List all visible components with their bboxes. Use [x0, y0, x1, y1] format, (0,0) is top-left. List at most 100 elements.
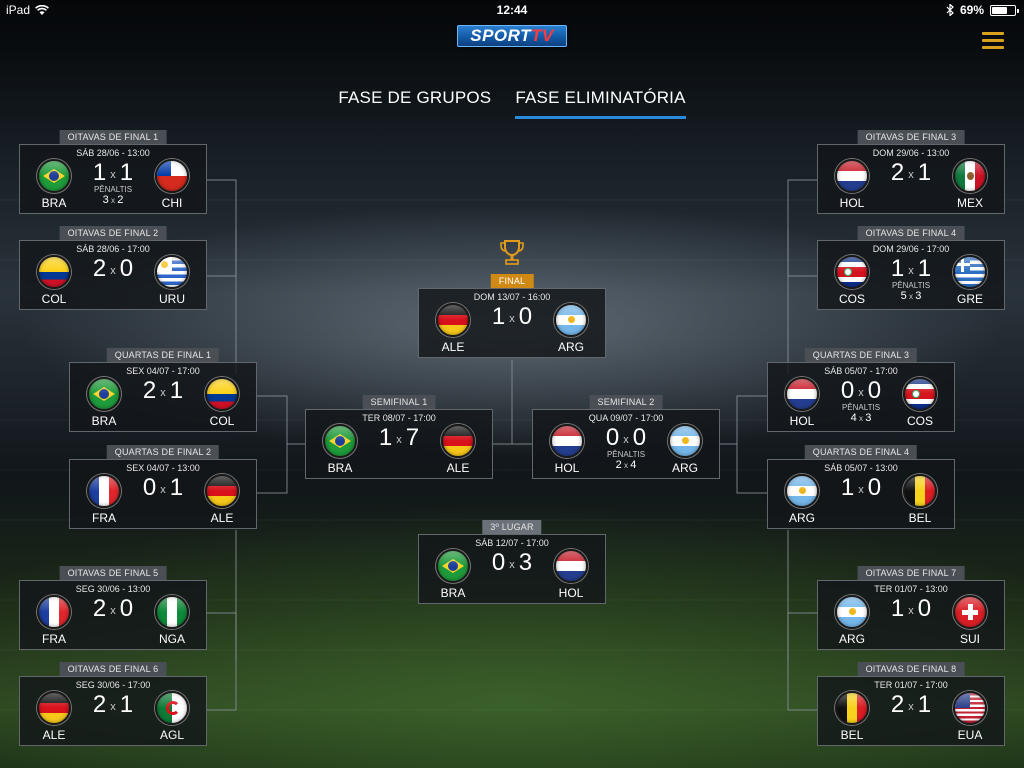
- away-team: SUI: [948, 595, 992, 646]
- match-box: SÁB 12/07 - 17:00 BRA 0x3 HOL: [418, 534, 606, 604]
- match-card-sf-1[interactable]: SEMIFINAL 1 TER 08/07 - 17:00 BRA 1x7 AL…: [305, 395, 493, 483]
- score-separator: x: [509, 559, 515, 571]
- match-card-third[interactable]: 3º LUGAR SÁB 12/07 - 17:00 BRA 0x3 HOL: [418, 520, 606, 608]
- away-team: ALE: [200, 474, 244, 525]
- match-score: 2x1: [874, 691, 948, 723]
- match-card-qf-3[interactable]: QUARTAS DE FINAL 3 SÁB 05/07 - 17:00 HOL…: [767, 348, 955, 436]
- match-card-r16-6[interactable]: OITAVAS DE FINAL 6 SEG 30/06 - 17:00 ALE…: [19, 662, 207, 750]
- hol-flag-icon: [785, 377, 819, 411]
- match-card-r16-7[interactable]: OITAVAS DE FINAL 7 TER 01/07 - 13:00 ARG…: [817, 566, 1005, 654]
- home-team: COS: [830, 255, 874, 306]
- away-team-code: BEL: [908, 511, 932, 525]
- away-score: 0: [917, 595, 932, 622]
- home-score: 0: [142, 474, 157, 501]
- match-card-sf-2[interactable]: SEMIFINAL 2 QUA 09/07 - 17:00 HOL 0x0 PÊ…: [532, 395, 720, 483]
- home-team-code: HOL: [789, 414, 815, 428]
- match-card-r16-4[interactable]: OITAVAS DE FINAL 4 DOM 29/06 - 17:00 COS…: [817, 226, 1005, 314]
- match-date: DOM 13/07 - 16:00: [473, 292, 551, 302]
- away-score: 0: [867, 377, 882, 404]
- match-round-label: SEMIFINAL 1: [362, 395, 436, 409]
- home-team-code: BEL: [840, 728, 864, 742]
- match-box: TER 01/07 - 17:00 BEL 2x1 EUA: [817, 676, 1005, 746]
- match-card-r16-8[interactable]: OITAVAS DE FINAL 8 TER 01/07 - 17:00 BEL…: [817, 662, 1005, 750]
- match-card-r16-3[interactable]: OITAVAS DE FINAL 3 DOM 29/06 - 13:00 HOL…: [817, 130, 1005, 218]
- score-separator: x: [396, 434, 402, 446]
- home-team: BRA: [32, 159, 76, 210]
- away-team: HOL: [549, 549, 593, 600]
- match-card-qf-2[interactable]: QUARTAS DE FINAL 2 SEX 04/07 - 13:00 FRA…: [69, 445, 257, 533]
- tab-knockout-stage[interactable]: FASE ELIMINATÓRIA: [515, 88, 686, 119]
- away-score: 1: [119, 159, 134, 186]
- hamburger-menu-icon[interactable]: [982, 32, 1004, 50]
- home-score: 1: [890, 255, 905, 282]
- away-score: 0: [119, 255, 134, 282]
- col-flag-icon: [37, 255, 71, 289]
- match-card-r16-2[interactable]: OITAVAS DE FINAL 2 SÁB 28/06 - 17:00 COL…: [19, 226, 207, 314]
- clock: 12:44: [496, 3, 528, 17]
- away-team-code: GRE: [956, 292, 983, 306]
- away-team: MEX: [948, 159, 992, 210]
- score-separator: x: [908, 605, 914, 617]
- match-box: SÁB 28/06 - 17:00 COL 2x0 URU: [19, 240, 207, 310]
- away-team-code: ALE: [210, 511, 234, 525]
- match-round-label: OITAVAS DE FINAL 7: [857, 566, 965, 580]
- away-team-code: MEX: [956, 196, 983, 210]
- away-team-code: CHI: [161, 196, 183, 210]
- home-team-code: ALE: [42, 728, 66, 742]
- away-score: 1: [169, 377, 184, 404]
- away-team-code: ALE: [446, 461, 470, 475]
- hol-flag-icon: [554, 549, 588, 583]
- logo-sport-text: SPORT: [470, 26, 532, 45]
- mex-flag-icon: [953, 159, 987, 193]
- match-box: QUA 09/07 - 17:00 HOL 0x0 PÊNALTIS 2 x 4…: [532, 409, 720, 479]
- match-box: DOM 29/06 - 13:00 HOL 2x1 MEX: [817, 144, 1005, 214]
- home-team-code: BRA: [41, 196, 67, 210]
- bra-flag-icon: [436, 549, 470, 583]
- match-date: SÁB 05/07 - 17:00: [824, 366, 898, 376]
- tab-group-stage[interactable]: FASE DE GRUPOS: [338, 88, 491, 119]
- away-score: 7: [405, 424, 420, 451]
- penalties-label: PÊNALTIS: [891, 281, 931, 290]
- home-team: BRA: [431, 549, 475, 600]
- arg-flag-icon: [835, 595, 869, 629]
- match-round-label: OITAVAS DE FINAL 6: [59, 662, 167, 676]
- match-date: SÁB 28/06 - 17:00: [76, 244, 150, 254]
- trophy-icon: [500, 240, 524, 265]
- penalty-away-score: 2: [117, 194, 124, 206]
- home-score: 2: [92, 255, 107, 282]
- score-separator: x: [858, 387, 864, 399]
- penalty-separator: x: [111, 196, 115, 205]
- away-team: AGL: [150, 691, 194, 742]
- match-card-qf-4[interactable]: QUARTAS DE FINAL 4 SÁB 05/07 - 13:00 ARG…: [767, 445, 955, 533]
- home-team: ALE: [32, 691, 76, 742]
- match-date: SÁB 28/06 - 13:00: [76, 148, 150, 158]
- match-card-final[interactable]: FINAL DOM 13/07 - 16:00 ALE 1x0 ARG: [418, 274, 606, 362]
- eua-flag-icon: [953, 691, 987, 725]
- uru-flag-icon: [155, 255, 189, 289]
- match-box: SEX 04/07 - 13:00 FRA 0x1 ALE: [69, 459, 257, 529]
- home-team: ALE: [431, 303, 475, 354]
- home-team: HOL: [780, 377, 824, 428]
- away-score: 1: [169, 474, 184, 501]
- match-score: 2x0: [76, 255, 150, 287]
- away-score: 3: [518, 549, 533, 576]
- match-card-r16-1[interactable]: OITAVAS DE FINAL 1 SÁB 28/06 - 13:00 BRA…: [19, 130, 207, 218]
- penalties: PÊNALTIS 4 x 3: [824, 403, 898, 424]
- ale-flag-icon: [436, 303, 470, 337]
- match-round-label: QUARTAS DE FINAL 3: [804, 348, 918, 362]
- cos-flag-icon: [903, 377, 937, 411]
- match-box: SÁB 28/06 - 13:00 BRA 1x1 PÊNALTIS 3 x 2…: [19, 144, 207, 214]
- match-card-qf-1[interactable]: QUARTAS DE FINAL 1 SEX 04/07 - 17:00 BRA…: [69, 348, 257, 436]
- match-box: DOM 13/07 - 16:00 ALE 1x0 ARG: [418, 288, 606, 358]
- home-score: 2: [92, 691, 107, 718]
- arg-flag-icon: [554, 303, 588, 337]
- match-score: 1x0: [824, 474, 898, 506]
- match-card-r16-5[interactable]: OITAVAS DE FINAL 5 SEG 30/06 - 13:00 FRA…: [19, 566, 207, 654]
- home-team: ARG: [830, 595, 874, 646]
- match-round-label: OITAVAS DE FINAL 8: [857, 662, 965, 676]
- match-round-label: QUARTAS DE FINAL 1: [106, 348, 220, 362]
- match-round-label: 3º LUGAR: [482, 520, 542, 534]
- battery-icon: [990, 4, 1019, 16]
- match-score: 0x1: [126, 474, 200, 506]
- home-team-code: HOL: [554, 461, 580, 475]
